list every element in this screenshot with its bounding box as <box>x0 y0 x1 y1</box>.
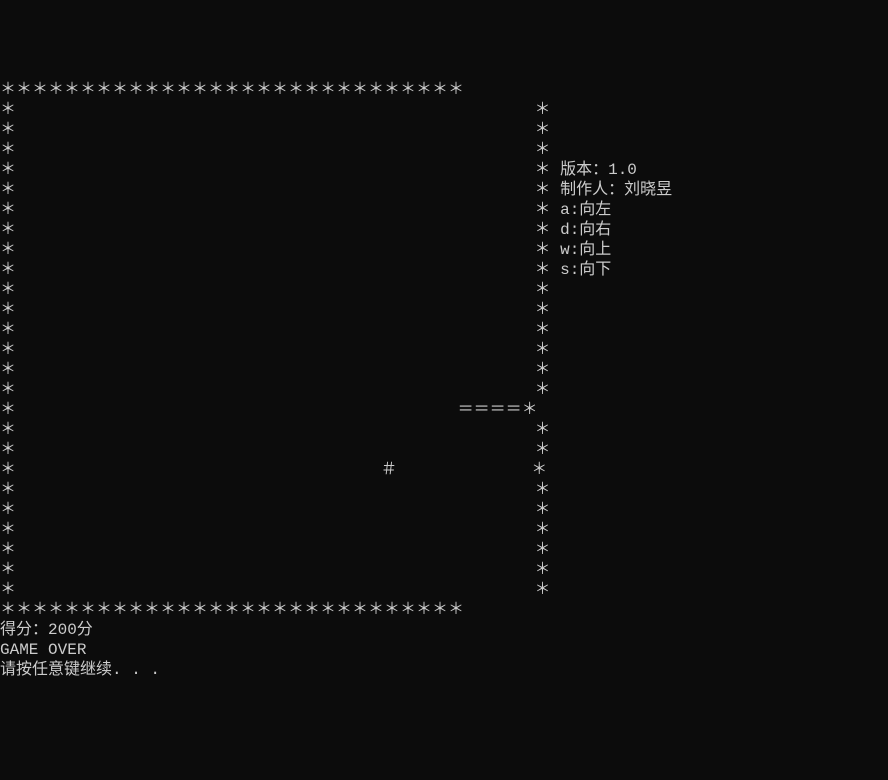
game-board: ＊＊＊＊＊＊＊＊＊＊＊＊＊＊＊＊＊＊＊＊＊＊＊＊＊＊＊＊＊ ＊ ＊ ＊ ＊ ＊ … <box>0 80 888 680</box>
game-terminal[interactable]: ＊＊＊＊＊＊＊＊＊＊＊＊＊＊＊＊＊＊＊＊＊＊＊＊＊＊＊＊＊ ＊ ＊ ＊ ＊ ＊ … <box>0 80 888 680</box>
